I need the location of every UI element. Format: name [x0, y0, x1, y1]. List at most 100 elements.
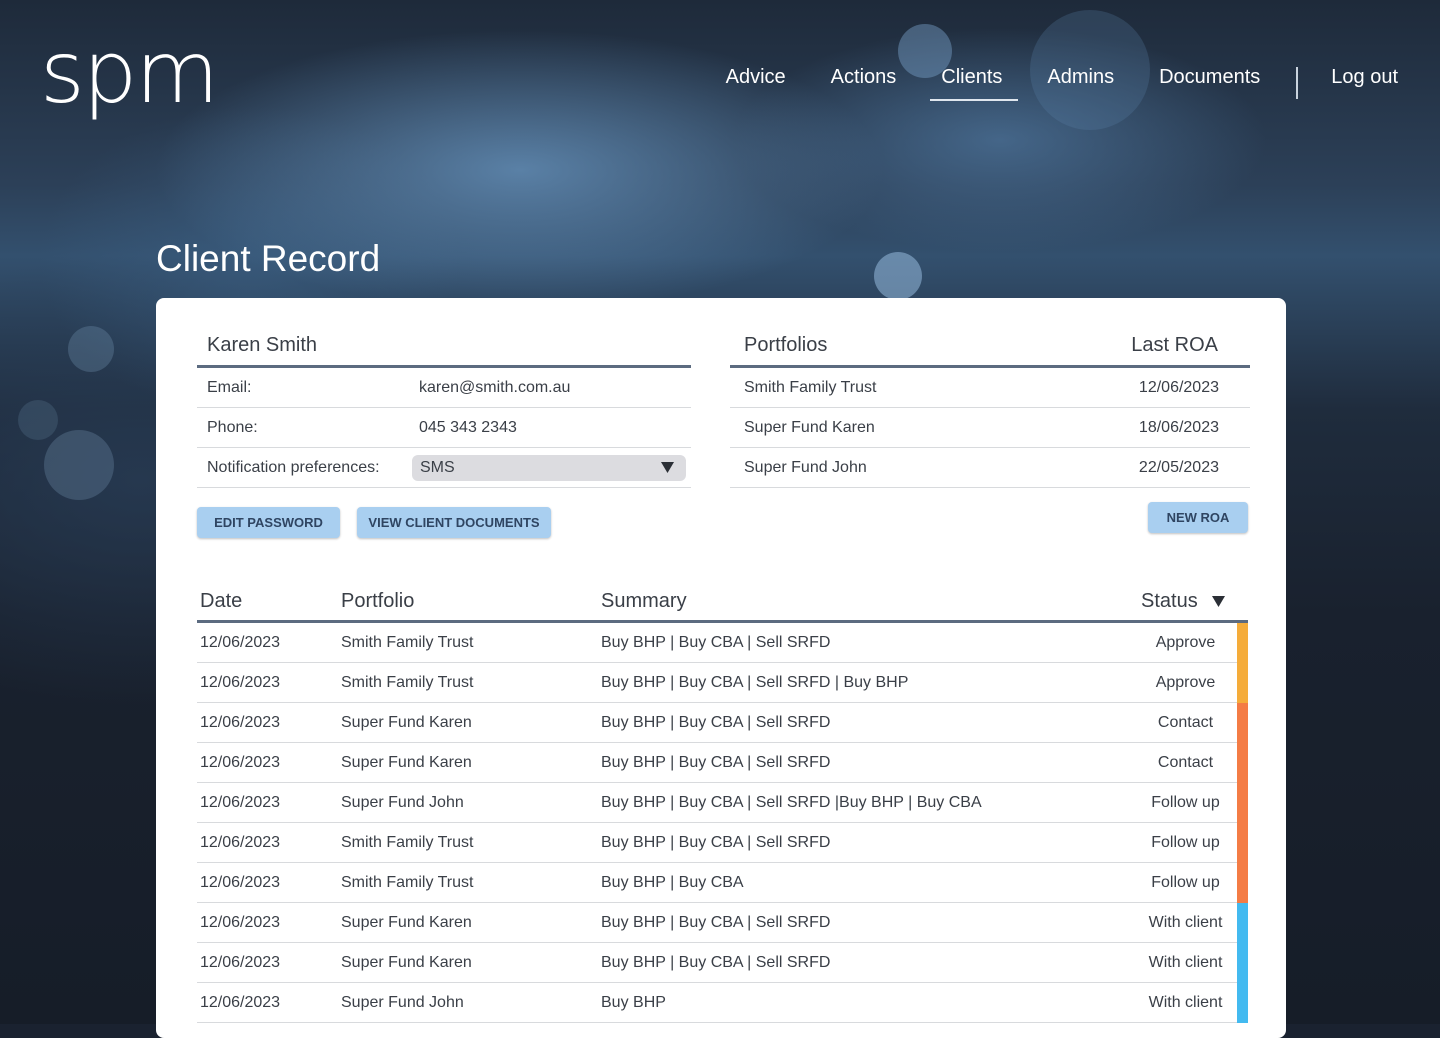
portfolio-name: Smith Family Trust	[744, 378, 877, 396]
row-date: 12/06/2023	[200, 673, 281, 691]
row-summary: Buy BHP | Buy CBA | Sell SRFD	[601, 953, 831, 971]
table-row[interactable]: 12/06/2023 Smith Family Trust Buy BHP | Bu…	[197, 863, 1248, 903]
main-nav: Advice Actions Clients Admins Documents …	[681, 66, 1398, 101]
row-status: Contact	[1157, 753, 1214, 771]
portfolio-row[interactable]: Super Fund John 22/05/2023	[730, 448, 1250, 488]
row-portfolio: Super Fund John	[341, 793, 464, 811]
phone-row: Phone: 045 343 2343	[197, 408, 691, 448]
portfolio-name: Super Fund Karen	[744, 418, 875, 436]
row-portfolio: Smith Family Trust	[341, 873, 474, 891]
row-portfolio: Smith Family Trust	[341, 633, 474, 651]
row-date: 12/06/2023	[200, 793, 281, 811]
status-color-bar	[1237, 863, 1248, 903]
row-portfolio: Super Fund Karen	[341, 913, 472, 931]
row-portfolio: Smith Family Trust	[341, 833, 474, 851]
nav-logout[interactable]: Log out	[1331, 66, 1398, 99]
nav-advice[interactable]: Advice	[726, 66, 786, 99]
view-client-documents-button[interactable]: VIEW CLIENT DOCUMENTS	[357, 507, 551, 538]
phone-label: Phone:	[207, 418, 258, 436]
portfolio-last-roa: 22/05/2023	[1138, 458, 1219, 476]
row-status: Follow up	[1151, 833, 1220, 851]
client-details: Karen Smith Email: karen@smith.com.au Ph…	[197, 334, 691, 488]
row-date: 12/06/2023	[200, 913, 281, 931]
status-color-bar	[1237, 663, 1248, 703]
nav-clients[interactable]: Clients	[930, 66, 1019, 101]
portfolio-last-roa: 12/06/2023	[1138, 378, 1219, 396]
table-row[interactable]: 12/06/2023 Smith Family Trust Buy BHP | Bu…	[197, 623, 1248, 663]
row-date: 12/06/2023	[200, 633, 281, 651]
edit-password-button[interactable]: EDIT PASSWORD	[197, 507, 340, 538]
header-summary[interactable]: Summary	[601, 590, 1133, 613]
notification-select[interactable]: SMS	[412, 454, 686, 481]
row-portfolio: Super Fund John	[341, 993, 464, 1011]
row-portfolio: Super Fund Karen	[341, 713, 472, 731]
status-color-bar	[1237, 703, 1248, 743]
client-record-card: Karen Smith Email: karen@smith.com.au Ph…	[156, 298, 1286, 1038]
status-color-bar	[1237, 823, 1248, 863]
portfolio-row[interactable]: Smith Family Trust 12/06/2023	[730, 368, 1250, 408]
row-summary: Buy BHP | Buy CBA	[601, 873, 744, 891]
portfolios-header-name: Portfolios	[744, 334, 828, 356]
header-portfolio[interactable]: Portfolio	[341, 590, 601, 613]
row-portfolio: Super Fund Karen	[341, 753, 472, 771]
header-date[interactable]: Date	[197, 590, 341, 613]
row-summary: Buy BHP | Buy CBA | Sell SRFD |Buy BHP |…	[601, 793, 982, 811]
status-color-bar	[1237, 903, 1248, 943]
nav-documents[interactable]: Documents	[1159, 66, 1260, 99]
status-color-bar	[1237, 943, 1248, 983]
row-status: Follow up	[1151, 873, 1220, 891]
table-row[interactable]: 12/06/2023 Super Fund Karen Buy BHP | Buy …	[197, 743, 1248, 783]
table-row[interactable]: 12/06/2023 Super Fund Karen Buy BHP | Buy …	[197, 943, 1248, 983]
table-row[interactable]: 12/06/2023 Super Fund Karen Buy BHP | Buy …	[197, 703, 1248, 743]
portfolio-name: Super Fund John	[744, 458, 867, 476]
row-summary: Buy BHP | Buy CBA | Sell SRFD	[601, 713, 831, 731]
table-row[interactable]: 12/06/2023 Super Fund John Buy BHP | Buy C…	[197, 783, 1248, 823]
portfolios-header-date: Last ROA	[1131, 334, 1218, 356]
table-row[interactable]: 12/06/2023 Super Fund Karen Buy BHP | Buy …	[197, 903, 1248, 943]
portfolio-row[interactable]: Super Fund Karen 18/06/2023	[730, 408, 1250, 448]
portfolios-table: Portfolios Last ROA Smith Family Trust 12…	[730, 334, 1250, 488]
row-status: Approve	[1155, 633, 1216, 651]
nav-actions[interactable]: Actions	[831, 66, 897, 99]
header-status[interactable]: Status	[1133, 590, 1246, 613]
sort-arrow-icon[interactable]	[1211, 596, 1225, 607]
row-date: 12/06/2023	[200, 753, 281, 771]
table-row[interactable]: 12/06/2023 Super Fund John Buy BHP With cli…	[197, 983, 1248, 1023]
portfolio-last-roa: 18/06/2023	[1138, 418, 1219, 436]
new-roa-button[interactable]: NEW ROA	[1148, 502, 1248, 533]
row-summary: Buy BHP	[601, 993, 666, 1011]
row-summary: Buy BHP | Buy CBA | Sell SRFD	[601, 833, 831, 851]
header-status-label: Status	[1141, 590, 1198, 612]
notification-value: SMS	[420, 458, 455, 476]
status-color-bar	[1237, 983, 1248, 1023]
row-summary: Buy BHP | Buy CBA | Sell SRFD	[601, 753, 831, 771]
row-date: 12/06/2023	[200, 833, 281, 851]
status-color-bar	[1237, 783, 1248, 823]
row-date: 12/06/2023	[200, 873, 281, 891]
nav-admins[interactable]: Admins	[1047, 66, 1114, 99]
row-portfolio: Smith Family Trust	[341, 673, 474, 691]
dropdown-arrow-icon	[661, 462, 674, 473]
nav-divider	[1296, 66, 1299, 99]
row-status: With client	[1148, 913, 1223, 931]
status-color-bar	[1237, 623, 1248, 663]
notification-label: Notification preferences:	[207, 458, 380, 476]
row-summary: Buy BHP | Buy CBA | Sell SRFD	[601, 633, 831, 651]
client-name: Karen Smith	[197, 334, 691, 368]
table-row[interactable]: 12/06/2023 Smith Family Trust Buy BHP | Bu…	[197, 663, 1248, 703]
spm-logo[interactable]: spm	[40, 30, 219, 116]
actions-table: Date Portfolio Summary Status 12/06/2023…	[197, 590, 1248, 1023]
row-summary: Buy BHP | Buy CBA | Sell SRFD	[601, 913, 831, 931]
status-color-bar	[1237, 743, 1248, 783]
row-date: 12/06/2023	[200, 993, 281, 1011]
actions-table-header: Date Portfolio Summary Status	[197, 590, 1248, 623]
page-title: Client Record	[156, 238, 381, 279]
phone-value: 045 343 2343	[419, 418, 517, 436]
email-value: karen@smith.com.au	[419, 378, 571, 396]
row-date: 12/06/2023	[200, 953, 281, 971]
row-status: Follow up	[1151, 793, 1220, 811]
row-status: With client	[1148, 993, 1223, 1011]
table-row[interactable]: 12/06/2023 Smith Family Trust Buy BHP | Bu…	[197, 823, 1248, 863]
row-portfolio: Super Fund Karen	[341, 953, 472, 971]
row-summary: Buy BHP | Buy CBA | Sell SRFD | Buy BHP	[601, 673, 909, 691]
